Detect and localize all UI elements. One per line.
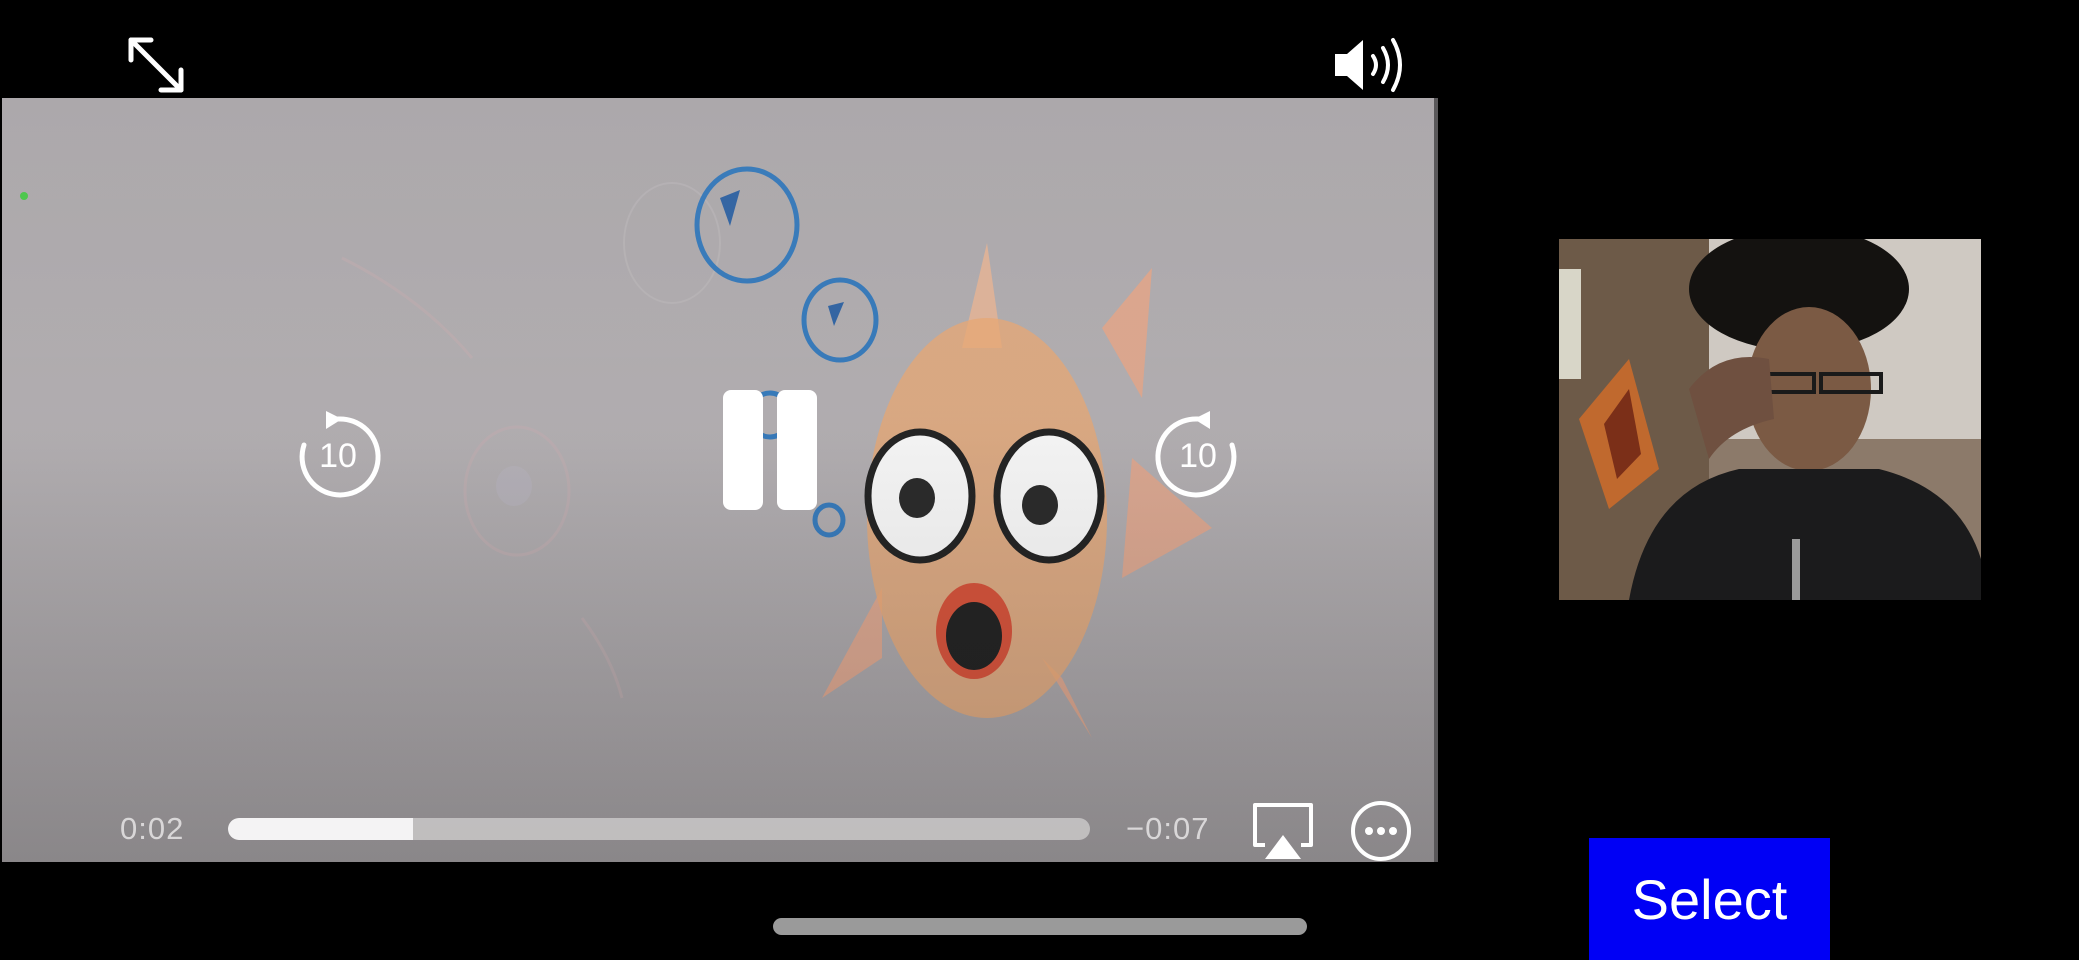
expand-arrows-icon	[128, 37, 183, 93]
more-options-button[interactable]	[1350, 800, 1412, 862]
camera-preview-image	[1559, 239, 1981, 600]
skip-forward-button[interactable]: 10	[1150, 405, 1246, 501]
home-indicator[interactable]	[773, 918, 1307, 935]
select-button[interactable]: Select	[1589, 838, 1830, 960]
progress-fill	[228, 818, 414, 840]
pause-button[interactable]	[710, 385, 830, 515]
volume-button[interactable]	[1328, 30, 1418, 100]
skip-back-10-icon: 10	[299, 411, 381, 498]
skip-forward-10-icon: 10	[1155, 411, 1237, 498]
remaining-time: −0:07	[1126, 811, 1210, 846]
airplay-button[interactable]	[1250, 800, 1316, 862]
skip-back-seconds: 10	[319, 437, 357, 475]
elapsed-time: 0:02	[120, 811, 185, 846]
pause-icon	[723, 390, 817, 510]
progress-bar[interactable]	[228, 818, 1090, 840]
skip-back-button[interactable]: 10	[290, 405, 386, 501]
fullscreen-button[interactable]	[118, 30, 193, 100]
video-edge	[1434, 98, 1438, 862]
speaker-volume-icon	[1335, 38, 1402, 92]
airplay-icon	[1253, 803, 1313, 859]
skip-forward-seconds: 10	[1179, 437, 1217, 475]
ellipsis-circle-icon	[1351, 801, 1411, 861]
camera-preview	[1559, 239, 1981, 600]
